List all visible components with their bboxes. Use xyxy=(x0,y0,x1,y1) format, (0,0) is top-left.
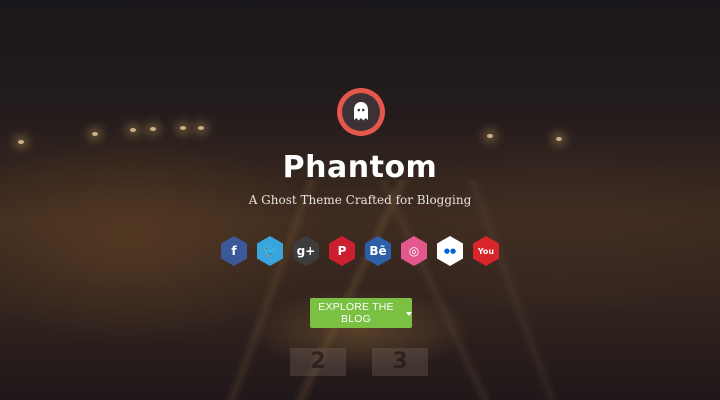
site-tagline: A Ghost Theme Crafted for Blogging xyxy=(248,193,472,207)
flickr-icon[interactable]: ●● xyxy=(437,236,463,266)
hero-content: Phantom A Ghost Theme Crafted for Bloggi… xyxy=(0,0,720,400)
logo-badge xyxy=(342,93,380,131)
twitter-icon[interactable]: 🐦 xyxy=(257,236,283,266)
site-title[interactable]: Phantom xyxy=(0,150,720,185)
explore-blog-button[interactable]: EXPLORE THE BLOG xyxy=(310,298,412,328)
caret-down-icon xyxy=(406,311,412,316)
explore-blog-label: EXPLORE THE BLOG xyxy=(318,301,394,325)
behance-icon[interactable]: Bē xyxy=(365,236,391,266)
youtube-icon[interactable]: You xyxy=(473,236,499,266)
dribbble-icon[interactable]: ◎ xyxy=(401,236,427,266)
ghost-icon xyxy=(354,102,368,121)
facebook-icon[interactable]: f xyxy=(221,236,247,266)
google-plus-icon[interactable]: g+ xyxy=(293,236,319,266)
social-links: f 🐦 g+ P Bē ◎ ●● You xyxy=(0,236,720,266)
site-logo[interactable] xyxy=(337,88,385,136)
pinterest-icon[interactable]: P xyxy=(329,236,355,266)
